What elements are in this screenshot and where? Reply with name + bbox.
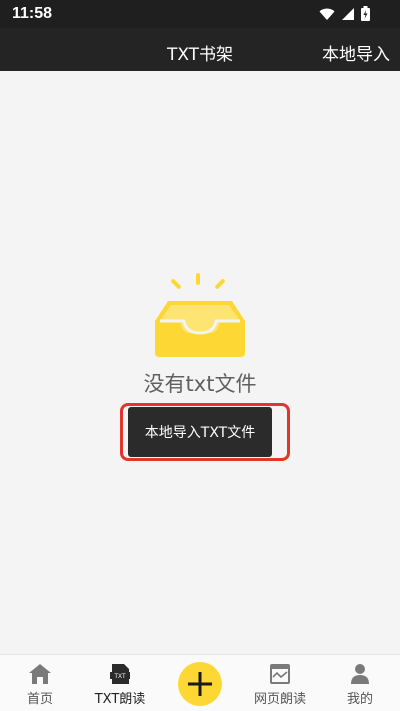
tab-label: 我的 [346,692,373,707]
svg-text:TXT: TXT [114,674,126,680]
tab-profile[interactable]: 我的 [320,655,400,711]
app-header: TXT书架 本地导入 [0,28,400,71]
tab-home[interactable]: 首页 [0,655,80,711]
import-txt-button[interactable]: 本地导入TXT文件 [128,407,272,457]
status-bar: 11:58 [0,0,400,28]
tab-web-reading[interactable]: 网页朗读 [240,655,320,711]
bookshelf-content: 没有txt文件 本地导入TXT文件 [0,71,400,654]
txt-file-icon: TXT [110,664,130,684]
status-icons [319,6,370,21]
tab-txt-reading[interactable]: TXT TXT朗读 [80,655,160,711]
signal-icon [342,7,354,20]
empty-state-message: 没有txt文件 [143,372,257,396]
add-button[interactable] [178,662,222,706]
local-import-link[interactable]: 本地导入 [322,40,390,65]
tab-label: TXT朗读 [94,692,146,707]
home-icon [29,664,51,684]
tab-label: 首页 [26,692,53,707]
status-time: 11:58 [12,5,53,22]
plus-icon [188,672,212,696]
wifi-icon [319,8,335,20]
empty-inbox-icon [155,273,245,357]
tab-label: 网页朗读 [253,692,306,707]
webpage-icon [270,664,290,684]
user-icon [351,664,369,684]
battery-icon [361,6,370,21]
